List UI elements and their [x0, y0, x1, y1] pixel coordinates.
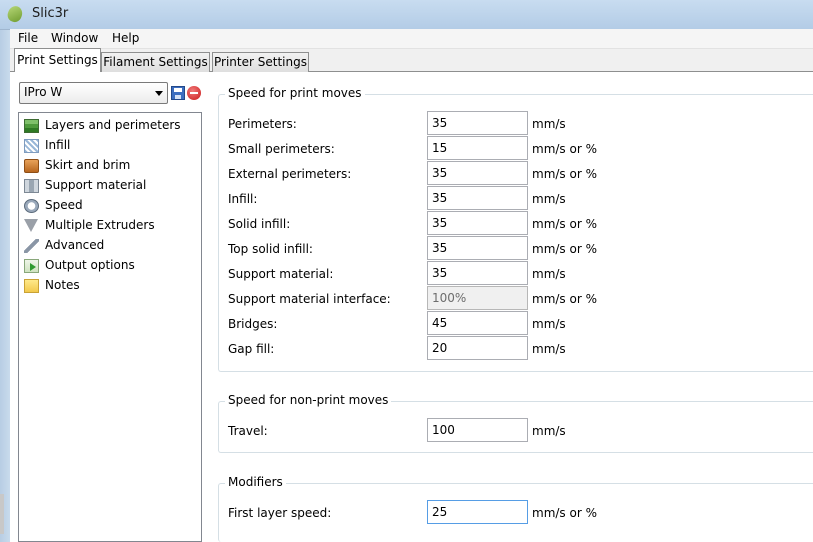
background-window-edge: [0, 494, 4, 534]
infill-speed-input[interactable]: [427, 186, 528, 210]
travel-unit: mm/s: [532, 424, 566, 438]
travel-label: Travel:: [228, 424, 268, 438]
solid-infill-unit: mm/s or %: [532, 217, 597, 231]
infill-icon: [24, 139, 39, 153]
bridges-label: Bridges:: [228, 317, 278, 331]
note-icon: [24, 279, 39, 293]
app-leaf-icon: [5, 4, 25, 24]
window-frame-left: [0, 29, 10, 542]
external-perimeters-speed-input[interactable]: [427, 161, 528, 185]
bridges-speed-input[interactable]: [427, 311, 528, 335]
gap-fill-unit: mm/s: [532, 342, 566, 356]
wrench-icon: [24, 239, 39, 253]
external-perimeters-label: External perimeters:: [228, 167, 352, 181]
group-title: Speed for print moves: [225, 86, 365, 100]
travel-speed-input[interactable]: [427, 418, 528, 442]
top-solid-infill-speed-input[interactable]: [427, 236, 528, 260]
bridges-unit: mm/s: [532, 317, 566, 331]
preset-value: IPro W: [24, 85, 63, 99]
speed-icon: [24, 199, 39, 213]
tab-filament-settings[interactable]: Filament Settings: [101, 52, 210, 72]
solid-infill-label: Solid infill:: [228, 217, 291, 231]
delete-preset-icon[interactable]: [187, 86, 201, 100]
top-solid-infill-label: Top solid infill:: [228, 242, 313, 256]
small-perimeters-speed-input[interactable]: [427, 136, 528, 160]
tree-item-label: Support material: [45, 178, 147, 192]
output-icon: [24, 259, 39, 273]
support-material-unit: mm/s: [532, 267, 566, 281]
support-material-interface-unit: mm/s or %: [532, 292, 597, 306]
tree-item-label: Multiple Extruders: [45, 218, 155, 232]
first-layer-speed-input[interactable]: [427, 500, 528, 524]
group-title: Modifiers: [225, 475, 286, 489]
perimeters-unit: mm/s: [532, 117, 566, 131]
support-material-interface-speed-input: [427, 286, 528, 310]
menu-window[interactable]: Window: [51, 31, 98, 45]
skirt-icon: [24, 159, 39, 173]
window-title: Slic3r: [32, 6, 69, 21]
tree-item-label: Output options: [45, 258, 135, 272]
first-layer-speed-label: First layer speed:: [228, 506, 332, 520]
chevron-down-icon: [155, 91, 163, 96]
perimeters-label: Perimeters:: [228, 117, 297, 131]
tree-item-label: Speed: [45, 198, 83, 212]
preset-dropdown[interactable]: IPro W: [19, 82, 168, 104]
layers-icon: [24, 119, 39, 133]
perimeters-speed-input[interactable]: [427, 111, 528, 135]
tree-item-label: Infill: [45, 138, 71, 152]
infill-label: Infill:: [228, 192, 258, 206]
external-perimeters-unit: mm/s or %: [532, 167, 597, 181]
small-perimeters-unit: mm/s or %: [532, 142, 597, 156]
extruder-funnel-icon: [24, 219, 38, 232]
save-preset-icon[interactable]: [171, 86, 185, 100]
menu-help[interactable]: Help: [112, 31, 139, 45]
tree-item-label: Advanced: [45, 238, 105, 252]
settings-page-tree: Layers and perimeters Infill Skirt and b…: [18, 112, 202, 542]
small-perimeters-label: Small perimeters:: [228, 142, 335, 156]
tab-print-settings[interactable]: Print Settings: [14, 48, 101, 72]
title-bar[interactable]: Slic3r: [0, 0, 813, 30]
group-title: Speed for non-print moves: [225, 393, 392, 407]
support-material-speed-input[interactable]: [427, 261, 528, 285]
gap-fill-label: Gap fill:: [228, 342, 275, 356]
top-solid-infill-unit: mm/s or %: [532, 242, 597, 256]
tree-item-label: Layers and perimeters: [45, 118, 181, 132]
tree-item-label: Notes: [45, 278, 80, 292]
menu-bar: File Window Help: [10, 29, 813, 49]
tree-item-label: Skirt and brim: [45, 158, 131, 172]
first-layer-speed-unit: mm/s or %: [532, 506, 597, 520]
infill-unit: mm/s: [532, 192, 566, 206]
settings-tabs: Print Settings Filament Settings Printer…: [10, 48, 813, 72]
support-icon: [24, 179, 39, 193]
solid-infill-speed-input[interactable]: [427, 211, 528, 235]
gap-fill-speed-input[interactable]: [427, 336, 528, 360]
tab-printer-settings[interactable]: Printer Settings: [212, 52, 309, 72]
menu-file[interactable]: File: [18, 31, 38, 45]
support-material-label: Support material:: [228, 267, 334, 281]
support-material-interface-label: Support material interface:: [228, 292, 391, 306]
